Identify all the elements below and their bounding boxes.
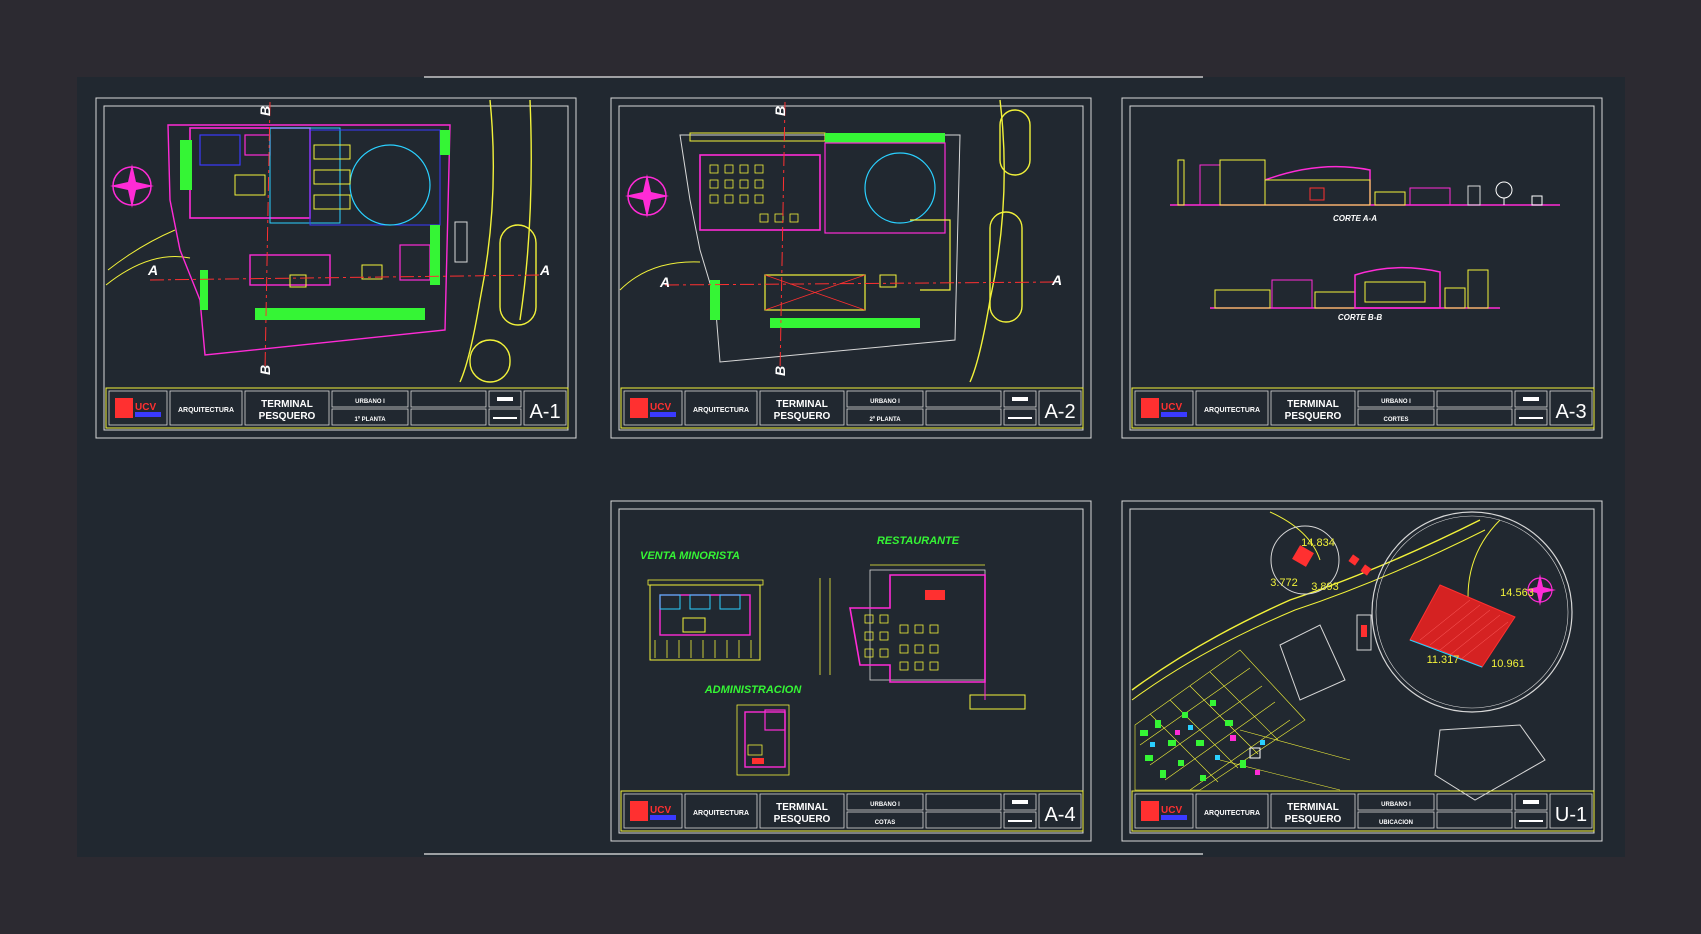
course-name: URBANO I [355,399,385,405]
dimension-label: 11.317 [1427,654,1460,666]
section-label-b-top: B [257,106,273,116]
dimension-label: 14.563 [1500,587,1534,599]
project-line-2: PESQUERO [774,411,831,422]
logo-text: UCV [135,402,156,413]
project-line-2: PESQUERO [259,411,316,422]
course-name: URBANO I [1381,399,1411,405]
sheet-code: A-3 [1555,401,1586,423]
logo-text: UCV [650,805,671,816]
project-line-2: PESQUERO [1285,411,1342,422]
dimension-label: 3.772 [1270,577,1298,589]
project-line-1: TERMINAL [776,399,828,410]
project-line-1: TERMINAL [1287,399,1339,410]
cad-layout: A A B B UCV ARQUITECTURA TERMINAL PESQUE… [77,76,1625,857]
course-name: URBANO I [1381,802,1411,808]
label-restaurante: RESTAURANTE [877,535,960,547]
sheet-content: UBICACION [1379,820,1413,826]
dimension-label: 14.834 [1301,537,1335,549]
sheet-content: 1º PLANTA [354,417,386,423]
section-label-b-bottom: B [257,365,273,375]
section-label-a-right: A [1051,272,1062,288]
label-venta-minorista: VENTA MINORISTA [640,550,740,562]
project-line-1: TERMINAL [261,399,313,410]
project-line-1: TERMINAL [776,802,828,813]
course-name: URBANO I [870,802,900,808]
school-name: ARQUITECTURA [1204,407,1260,414]
project-line-1: TERMINAL [1287,802,1339,813]
school-name: ARQUITECTURA [693,810,749,817]
logo-text: UCV [1161,402,1182,413]
project-line-2: PESQUERO [1285,814,1342,825]
course-name: URBANO I [870,399,900,405]
section-bb-label: CORTE B-B [1338,313,1383,322]
school-name: ARQUITECTURA [178,407,234,414]
sheet-code: A-4 [1044,804,1075,826]
school-name: ARQUITECTURA [693,407,749,414]
label-administracion: ADMINISTRACION [704,684,803,696]
project-line-2: PESQUERO [774,814,831,825]
dimension-label: 10.961 [1491,658,1525,670]
dimension-label: 3.893 [1311,581,1339,593]
sheet-code: U-1 [1555,804,1587,826]
sheet-code: A-1 [529,401,560,423]
section-label-a-left: A [147,262,158,278]
school-name: ARQUITECTURA [1204,810,1260,817]
logo-text: UCV [650,402,671,413]
section-label-b-top: B [772,106,788,116]
sheet-content: COTAS [875,820,896,826]
sheet-code: A-2 [1044,401,1075,423]
sheet-content: CORTES [1383,417,1408,423]
logo-text: UCV [1161,805,1182,816]
section-label-a-left: A [659,274,670,290]
section-label-a-right: A [539,262,550,278]
section-aa-label: CORTE A-A [1333,214,1377,223]
sheet-content: 2º PLANTA [869,417,901,423]
section-label-b-bottom: B [772,366,788,376]
